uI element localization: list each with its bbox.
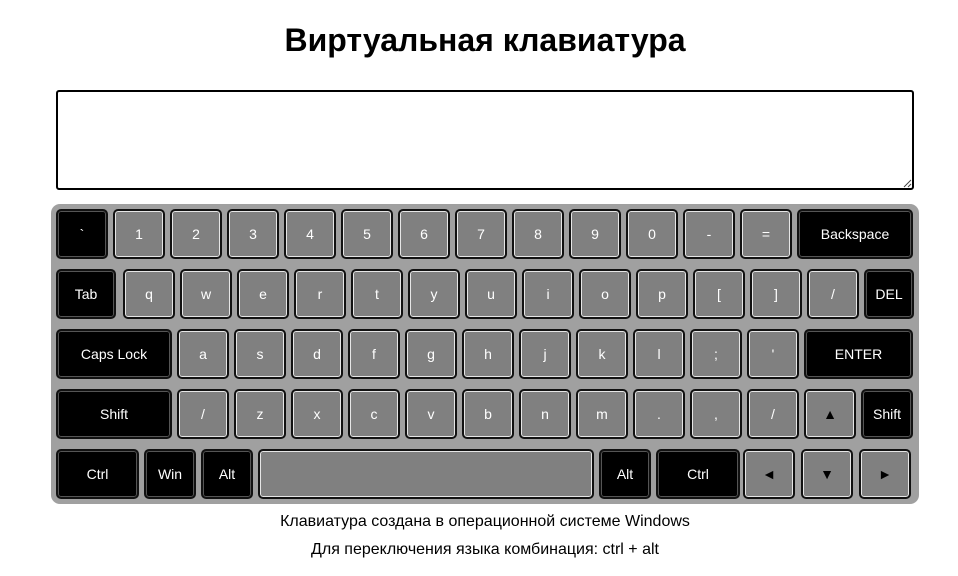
key-backtick[interactable]: `	[56, 209, 108, 259]
key-enter[interactable]: ENTER	[804, 329, 913, 379]
key-m[interactable]: m	[576, 389, 628, 439]
key-space[interactable]	[258, 449, 594, 499]
key-alt-right[interactable]: Alt	[599, 449, 651, 499]
key-k[interactable]: k	[576, 329, 628, 379]
key-shift-right[interactable]: Shift	[861, 389, 913, 439]
key-s[interactable]: s	[234, 329, 286, 379]
key-2[interactable]: 2	[170, 209, 222, 259]
key-p[interactable]: p	[636, 269, 688, 319]
key-h[interactable]: h	[462, 329, 514, 379]
key-g[interactable]: g	[405, 329, 457, 379]
key-7[interactable]: 7	[455, 209, 507, 259]
key-5[interactable]: 5	[341, 209, 393, 259]
key-9[interactable]: 9	[569, 209, 621, 259]
key-equals[interactable]: =	[740, 209, 792, 259]
key-right-bracket[interactable]: ]	[750, 269, 802, 319]
key-minus[interactable]: -	[683, 209, 735, 259]
key-z[interactable]: z	[234, 389, 286, 439]
key-win[interactable]: Win	[144, 449, 196, 499]
key-r[interactable]: r	[294, 269, 346, 319]
arrow-right-icon[interactable]: ►	[859, 449, 911, 499]
key-alt-left[interactable]: Alt	[201, 449, 253, 499]
key-semicolon[interactable]: ;	[690, 329, 742, 379]
key-c[interactable]: c	[348, 389, 400, 439]
key-4[interactable]: 4	[284, 209, 336, 259]
key-3[interactable]: 3	[227, 209, 279, 259]
key-l[interactable]: l	[633, 329, 685, 379]
key-caps-lock[interactable]: Caps Lock	[56, 329, 172, 379]
key-period[interactable]: .	[633, 389, 685, 439]
key-0[interactable]: 0	[626, 209, 678, 259]
key-a[interactable]: a	[177, 329, 229, 379]
info-note-language: Для переключения языка комбинация: ctrl …	[311, 541, 659, 558]
key-j[interactable]: j	[519, 329, 571, 379]
key-q[interactable]: q	[123, 269, 175, 319]
key-8[interactable]: 8	[512, 209, 564, 259]
key-6[interactable]: 6	[398, 209, 450, 259]
arrow-up-icon[interactable]: ▲	[804, 389, 856, 439]
key-slash-top[interactable]: /	[807, 269, 859, 319]
key-t[interactable]: t	[351, 269, 403, 319]
key-del[interactable]: DEL	[864, 269, 914, 319]
key-f[interactable]: f	[348, 329, 400, 379]
key-i[interactable]: i	[522, 269, 574, 319]
info-note-os: Клавиатура создана в операционной систем…	[280, 513, 690, 530]
key-backspace[interactable]: Backspace	[797, 209, 913, 259]
key-ctrl-left[interactable]: Ctrl	[56, 449, 139, 499]
key-u[interactable]: u	[465, 269, 517, 319]
key-tab[interactable]: Tab	[56, 269, 116, 319]
key-w[interactable]: w	[180, 269, 232, 319]
key-b[interactable]: b	[462, 389, 514, 439]
key-v[interactable]: v	[405, 389, 457, 439]
page-title: Виртуальная клавиатура	[284, 22, 686, 58]
key-1[interactable]: 1	[113, 209, 165, 259]
key-left-bracket[interactable]: [	[693, 269, 745, 319]
key-d[interactable]: d	[291, 329, 343, 379]
arrow-left-icon[interactable]: ◄	[743, 449, 795, 499]
key-e[interactable]: e	[237, 269, 289, 319]
arrow-down-icon[interactable]: ▼	[801, 449, 853, 499]
text-input[interactable]	[56, 90, 914, 190]
key-comma[interactable]: ,	[690, 389, 742, 439]
key-shift-left[interactable]: Shift	[56, 389, 172, 439]
virtual-keyboard: ` 1 2 3 4 5 6 7 8 9 0- = Backspace Tab q w e r t y u i o p[] / DE…	[51, 204, 919, 504]
key-quote[interactable]: '	[747, 329, 799, 379]
key-slash[interactable]: /	[747, 389, 799, 439]
key-x[interactable]: x	[291, 389, 343, 439]
key-o[interactable]: o	[579, 269, 631, 319]
key-ctrl-right[interactable]: Ctrl	[656, 449, 740, 499]
key-y[interactable]: y	[408, 269, 460, 319]
key-n[interactable]: n	[519, 389, 571, 439]
key-slash-left[interactable]: /	[177, 389, 229, 439]
